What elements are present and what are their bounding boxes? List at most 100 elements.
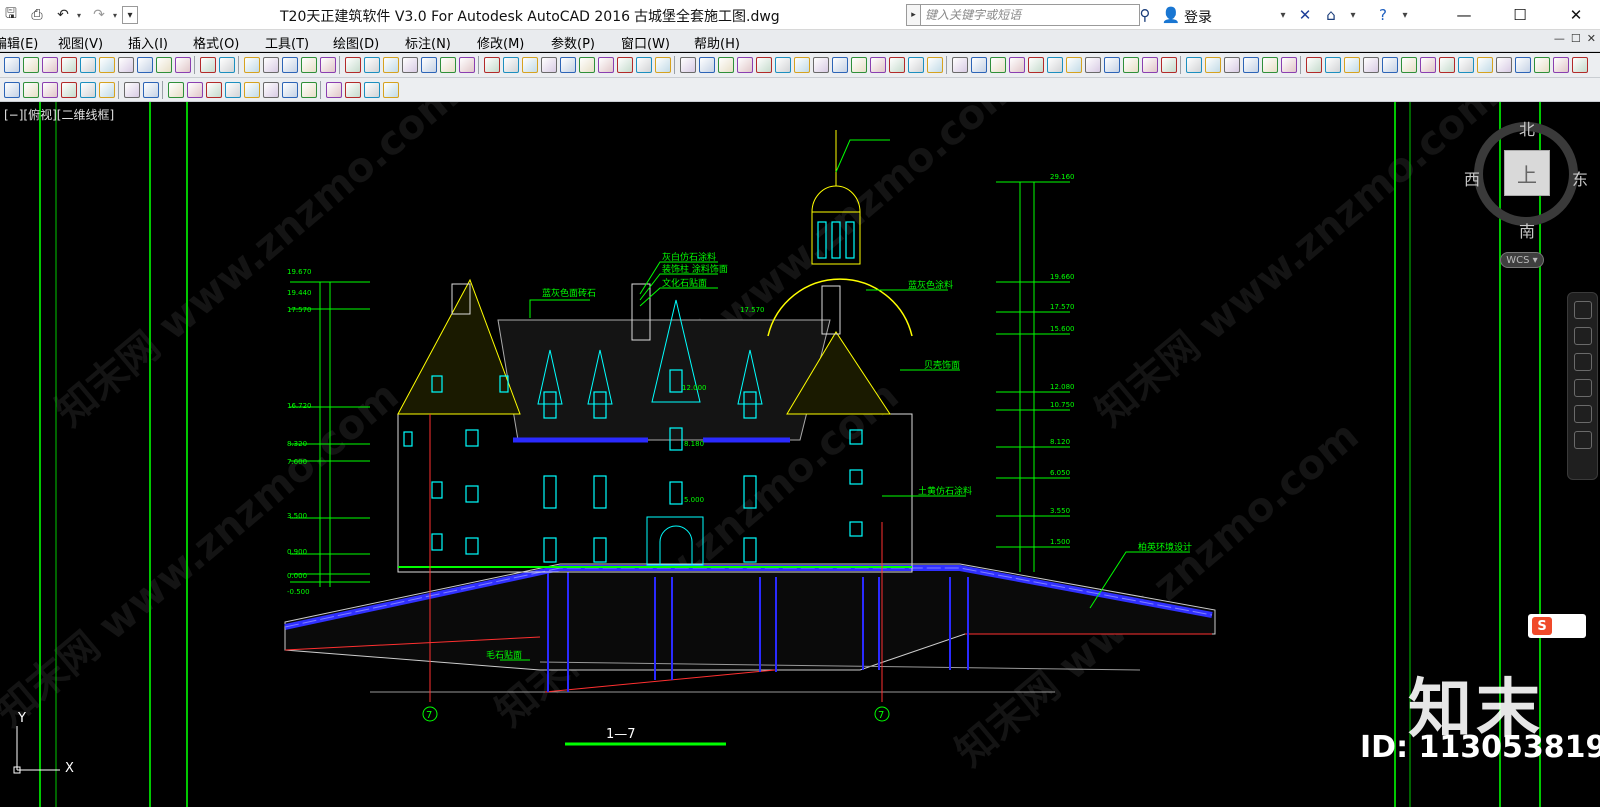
toolbar-tool-icon[interactable] xyxy=(421,57,437,73)
toolbar-tool-icon[interactable] xyxy=(137,57,153,73)
toolbar-tool-icon[interactable] xyxy=(1262,57,1278,73)
toolbar-tool-icon[interactable] xyxy=(1401,57,1417,73)
toolbar-tool-icon[interactable] xyxy=(124,82,140,98)
toolbar-tool-icon[interactable] xyxy=(364,57,380,73)
toolbar-tool-icon[interactable] xyxy=(345,57,361,73)
undo-dropdown-icon[interactable]: ▾ xyxy=(74,4,84,26)
undo-icon[interactable]: ↶ xyxy=(52,4,74,26)
toolbar-tool-icon[interactable] xyxy=(282,57,298,73)
toolbar-tool-icon[interactable] xyxy=(301,82,317,98)
toolbar-tool-icon[interactable] xyxy=(440,57,456,73)
toolbar-tool-icon[interactable] xyxy=(794,57,810,73)
toolbar-tool-icon[interactable] xyxy=(617,57,633,73)
toolbar-tool-icon[interactable] xyxy=(42,82,58,98)
nav-options-icon[interactable] xyxy=(1574,431,1592,449)
viewport-controls[interactable]: [−][俯视][二维线框] xyxy=(4,106,114,123)
menu-dimension[interactable]: 标注(N) xyxy=(405,33,451,52)
viewcube-south[interactable]: 南 xyxy=(1519,218,1535,242)
toolbar-tool-icon[interactable] xyxy=(402,57,418,73)
toolbar-tool-icon[interactable] xyxy=(244,57,260,73)
toolbar-tool-icon[interactable] xyxy=(870,57,886,73)
toolbar-tool-icon[interactable] xyxy=(990,57,1006,73)
toolbar-tool-icon[interactable] xyxy=(168,82,184,98)
toolbar-tool-icon[interactable] xyxy=(320,57,336,73)
toolbar-tool-icon[interactable] xyxy=(737,57,753,73)
toolbar-tool-icon[interactable] xyxy=(42,57,58,73)
toolbar-tool-icon[interactable] xyxy=(263,57,279,73)
toolbar-tool-icon[interactable] xyxy=(459,57,475,73)
toolbar-tool-icon[interactable] xyxy=(484,57,500,73)
toolbar-tool-icon[interactable] xyxy=(383,82,399,98)
ime-indicator[interactable]: S xyxy=(1528,614,1586,638)
menu-tools[interactable]: 工具(T) xyxy=(265,33,309,52)
toolbar-tool-icon[interactable] xyxy=(1496,57,1512,73)
toolbar-tool-icon[interactable] xyxy=(1281,57,1297,73)
save-as-icon[interactable]: 🖫 xyxy=(0,4,22,26)
toolbar-tool-icon[interactable] xyxy=(1306,57,1322,73)
toolbar-tool-icon[interactable] xyxy=(756,57,772,73)
toolbar-tool-icon[interactable] xyxy=(503,57,519,73)
toolbar-tool-icon[interactable] xyxy=(282,82,298,98)
toolbar-tool-icon[interactable] xyxy=(143,82,159,98)
toolbar-tool-icon[interactable] xyxy=(4,82,20,98)
toolbar-tool-icon[interactable] xyxy=(952,57,968,73)
toolbar-tool-icon[interactable] xyxy=(1439,57,1455,73)
steering-wheel-icon[interactable] xyxy=(1574,301,1592,319)
toolbar-tool-icon[interactable] xyxy=(200,57,216,73)
toolbar-tool-icon[interactable] xyxy=(99,82,115,98)
toolbar-tool-icon[interactable] xyxy=(1344,57,1360,73)
toolbar-tool-icon[interactable] xyxy=(225,82,241,98)
toolbar-tool-icon[interactable] xyxy=(560,57,576,73)
toolbar-tool-icon[interactable] xyxy=(1123,57,1139,73)
toolbar-tool-icon[interactable] xyxy=(1420,57,1436,73)
viewcube-north[interactable]: 北 xyxy=(1519,116,1535,140)
toolbar-tool-icon[interactable] xyxy=(244,82,260,98)
viewcube-top-face[interactable]: 上 xyxy=(1504,150,1550,196)
redo-dropdown-icon[interactable]: ▾ xyxy=(110,4,120,26)
orbit-icon[interactable] xyxy=(1574,379,1592,397)
menu-format[interactable]: 格式(O) xyxy=(193,33,239,52)
menu-insert[interactable]: 插入(I) xyxy=(128,33,168,52)
binoculars-icon[interactable]: ⚲ xyxy=(1134,4,1156,26)
toolbar-tool-icon[interactable] xyxy=(1186,57,1202,73)
toolbar-tool-icon[interactable] xyxy=(889,57,905,73)
login-dropdown-icon[interactable]: ▾ xyxy=(1272,4,1294,26)
app-dropdown-icon[interactable]: ▾ xyxy=(1342,4,1364,26)
toolbar-tool-icon[interactable] xyxy=(1028,57,1044,73)
print-icon[interactable]: ⎙ xyxy=(26,4,48,26)
toolbar-tool-icon[interactable] xyxy=(1205,57,1221,73)
toolbar-tool-icon[interactable] xyxy=(971,57,987,73)
minimize-button[interactable]: — xyxy=(1440,0,1488,30)
toolbar-tool-icon[interactable] xyxy=(775,57,791,73)
toolbar-tool-icon[interactable] xyxy=(187,82,203,98)
pan-icon[interactable] xyxy=(1574,327,1592,345)
toolbar-tool-icon[interactable] xyxy=(718,57,734,73)
toolbar-tool-icon[interactable] xyxy=(175,57,191,73)
toolbar-tool-icon[interactable] xyxy=(80,82,96,98)
showmotion-icon[interactable] xyxy=(1574,405,1592,423)
toolbar-tool-icon[interactable] xyxy=(23,82,39,98)
menu-draw[interactable]: 绘图(D) xyxy=(333,33,379,52)
toolbar-tool-icon[interactable] xyxy=(1104,57,1120,73)
toolbar-tool-icon[interactable] xyxy=(1047,57,1063,73)
zoom-icon[interactable] xyxy=(1574,353,1592,371)
close-button[interactable]: ✕ xyxy=(1552,0,1600,30)
menu-edit[interactable]: 编辑(E) xyxy=(0,33,38,52)
viewcube[interactable]: 北 南 东 西 上 WCS ▾ xyxy=(1464,116,1594,276)
toolbar-tool-icon[interactable] xyxy=(680,57,696,73)
toolbar-tool-icon[interactable] xyxy=(1085,57,1101,73)
doc-minimize-button[interactable]: — xyxy=(1554,32,1565,45)
toolbar-tool-icon[interactable] xyxy=(927,57,943,73)
toolbar-tool-icon[interactable] xyxy=(118,57,134,73)
toolbar-tool-icon[interactable] xyxy=(813,57,829,73)
user-icon[interactable]: 👤 xyxy=(1160,4,1182,26)
redo-icon[interactable]: ↷ xyxy=(88,4,110,26)
menu-modify[interactable]: 修改(M) xyxy=(477,33,524,52)
toolbar-tool-icon[interactable] xyxy=(364,82,380,98)
toolbar-tool-icon[interactable] xyxy=(99,57,115,73)
search-expand-icon[interactable]: ▸ xyxy=(906,4,920,26)
exchange-icon[interactable]: ✕ xyxy=(1294,4,1316,26)
toolbar-tool-icon[interactable] xyxy=(1363,57,1379,73)
toolbar-tool-icon[interactable] xyxy=(655,57,671,73)
viewcube-west[interactable]: 西 xyxy=(1464,166,1480,190)
